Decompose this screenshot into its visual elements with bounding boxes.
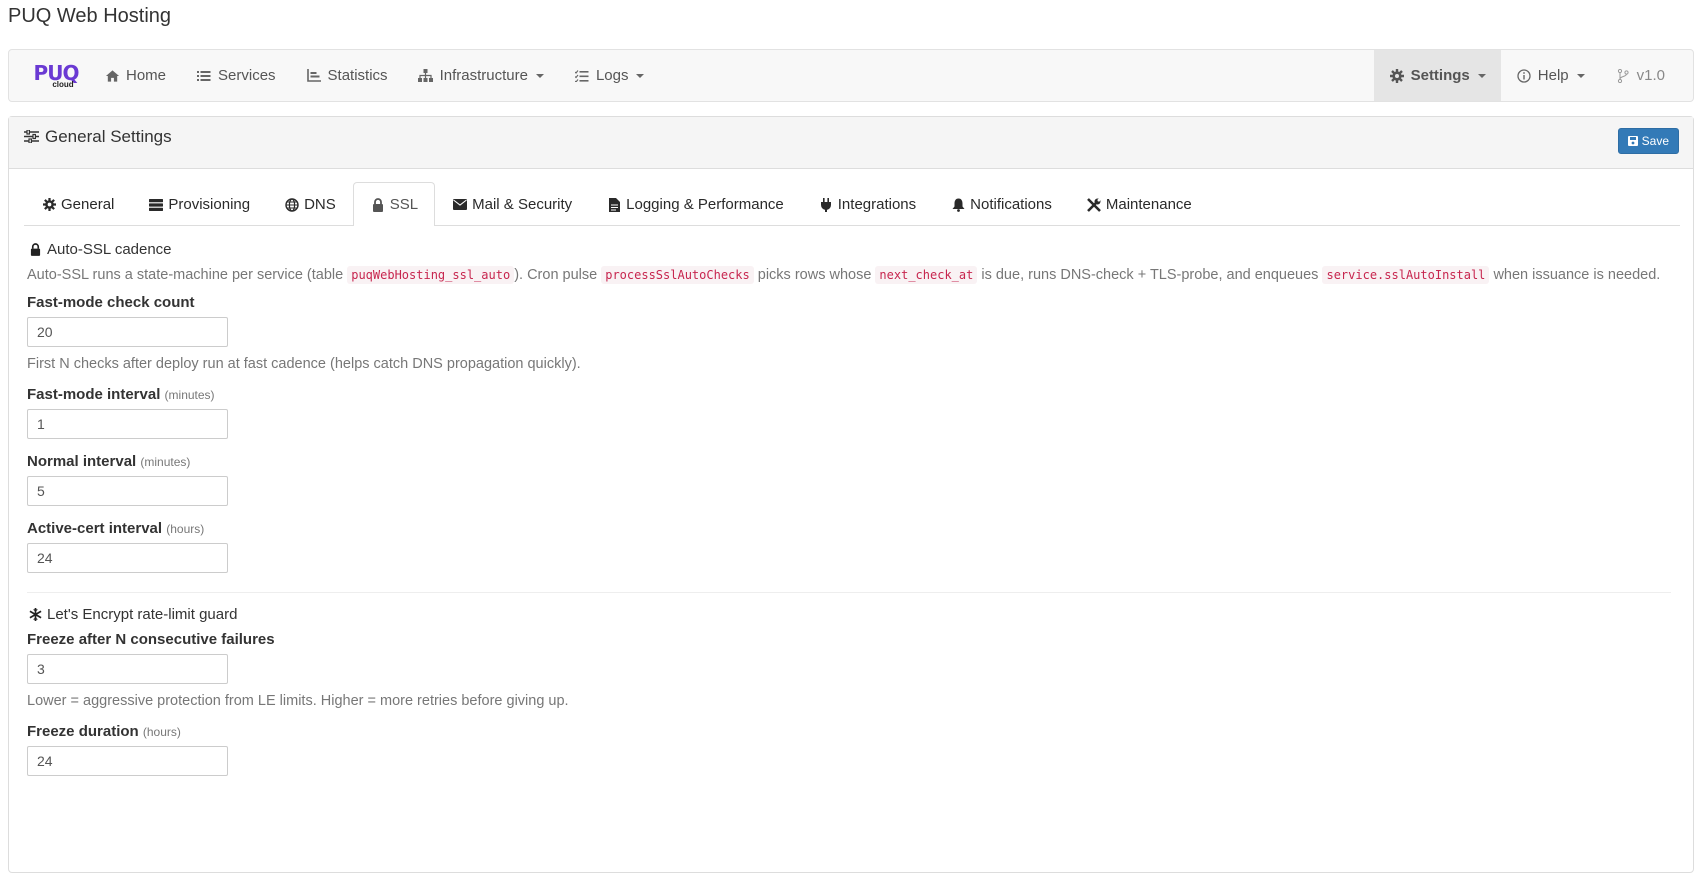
tab-provisioning[interactable]: Provisioning <box>131 183 267 225</box>
sliders-icon <box>23 129 39 145</box>
nav-left: Home Services Statistics Infrastructure <box>89 50 659 101</box>
nav-help[interactable]: Help <box>1501 50 1600 101</box>
tasks-icon <box>574 68 590 84</box>
active-interval-input[interactable] <box>27 543 228 573</box>
fast-count-input[interactable] <box>27 317 228 347</box>
settings-panel: General Settings Save General Provisioni… <box>8 116 1694 873</box>
freeze-duration-label: Freeze duration (hours) <box>27 723 181 740</box>
nav-services[interactable]: Services <box>181 50 291 101</box>
lock-icon <box>370 197 386 213</box>
fast-interval-input[interactable] <box>27 409 228 439</box>
fast-interval-label: Fast-mode interval (minutes) <box>27 386 215 403</box>
brand-logo[interactable]: PUQ cloud <box>9 50 89 101</box>
ssl-tab-content: Auto-SSL cadence Auto-SSL runs a state-m… <box>27 241 1677 776</box>
tab-mail-security[interactable]: Mail & Security <box>435 183 589 225</box>
tab-general[interactable]: General <box>24 183 131 225</box>
settings-tabs: General Provisioning DNS SSL Mail & Secu… <box>24 182 1680 226</box>
chart-icon <box>306 68 322 84</box>
lock-icon <box>27 242 43 258</box>
floppy-icon <box>1627 136 1638 146</box>
snowflake-icon <box>27 607 43 623</box>
server-icon <box>148 197 164 213</box>
tab-notifications[interactable]: Notifications <box>933 183 1069 225</box>
freeze-after-input[interactable] <box>27 654 228 684</box>
chevron-down-icon <box>535 73 544 78</box>
tab-dns[interactable]: DNS <box>267 183 353 225</box>
branch-icon <box>1615 68 1631 84</box>
info-icon <box>1516 68 1532 84</box>
panel-header: General Settings Save <box>9 117 1693 169</box>
fast-count-help: First N checks after deploy run at fast … <box>27 356 581 372</box>
app-title: PUQ Web Hosting <box>8 5 172 27</box>
gear-icon <box>1389 68 1405 84</box>
wrench-icon <box>1086 197 1102 213</box>
panel-title: General Settings <box>23 127 172 147</box>
nav-logs[interactable]: Logs <box>559 50 660 101</box>
nav-infrastructure[interactable]: Infrastructure <box>403 50 559 101</box>
tab-maintenance[interactable]: Maintenance <box>1069 183 1209 225</box>
chevron-down-icon <box>1576 73 1585 78</box>
list-icon <box>196 68 212 84</box>
freeze-after-help: Lower = aggressive protection from LE li… <box>27 693 569 709</box>
code-next-check: next_check_at <box>875 266 978 284</box>
tab-ssl[interactable]: SSL <box>352 182 436 226</box>
nav-home[interactable]: Home <box>89 50 181 101</box>
tab-logging-performance[interactable]: Logging & Performance <box>589 183 801 225</box>
chevron-down-icon <box>636 73 645 78</box>
normal-interval-label: Normal interval (minutes) <box>27 453 191 470</box>
code-cron-pulse: processSslAutoChecks <box>601 266 754 284</box>
auto-ssl-description: Auto-SSL runs a state-machine per servic… <box>27 266 1661 284</box>
nav-settings[interactable]: Settings <box>1373 50 1501 101</box>
envelope-icon <box>452 197 468 213</box>
auto-ssl-section-title: Auto-SSL cadence <box>27 241 1677 258</box>
gear-icon <box>41 197 57 213</box>
nav-right: Settings Help v1.0 <box>1373 50 1693 101</box>
active-interval-label: Active-cert interval (hours) <box>27 520 205 537</box>
le-guard-section-title: Let's Encrypt rate-limit guard <box>27 606 1677 623</box>
fast-count-label: Fast-mode check count <box>27 294 195 311</box>
freeze-duration-input[interactable] <box>27 746 228 776</box>
bell-icon <box>950 197 966 213</box>
tab-integrations[interactable]: Integrations <box>801 183 933 225</box>
code-table-name: puqWebHosting_ssl_auto <box>347 266 515 284</box>
nav-statistics[interactable]: Statistics <box>291 50 403 101</box>
plug-icon <box>818 197 834 213</box>
save-button[interactable]: Save <box>1617 128 1679 154</box>
section-divider <box>27 592 1671 593</box>
freeze-after-label: Freeze after N consecutive failures <box>27 631 275 648</box>
chevron-down-icon <box>1477 73 1486 78</box>
normal-interval-input[interactable] <box>27 476 228 506</box>
file-icon <box>606 197 622 213</box>
globe-icon <box>284 197 300 213</box>
code-install-job: service.sslAutoInstall <box>1322 266 1490 284</box>
top-navbar: PUQ cloud Home Services Statistics Infra… <box>8 49 1694 102</box>
nav-version[interactable]: v1.0 <box>1600 50 1693 101</box>
sitemap-icon <box>418 68 434 84</box>
home-icon <box>104 68 120 84</box>
